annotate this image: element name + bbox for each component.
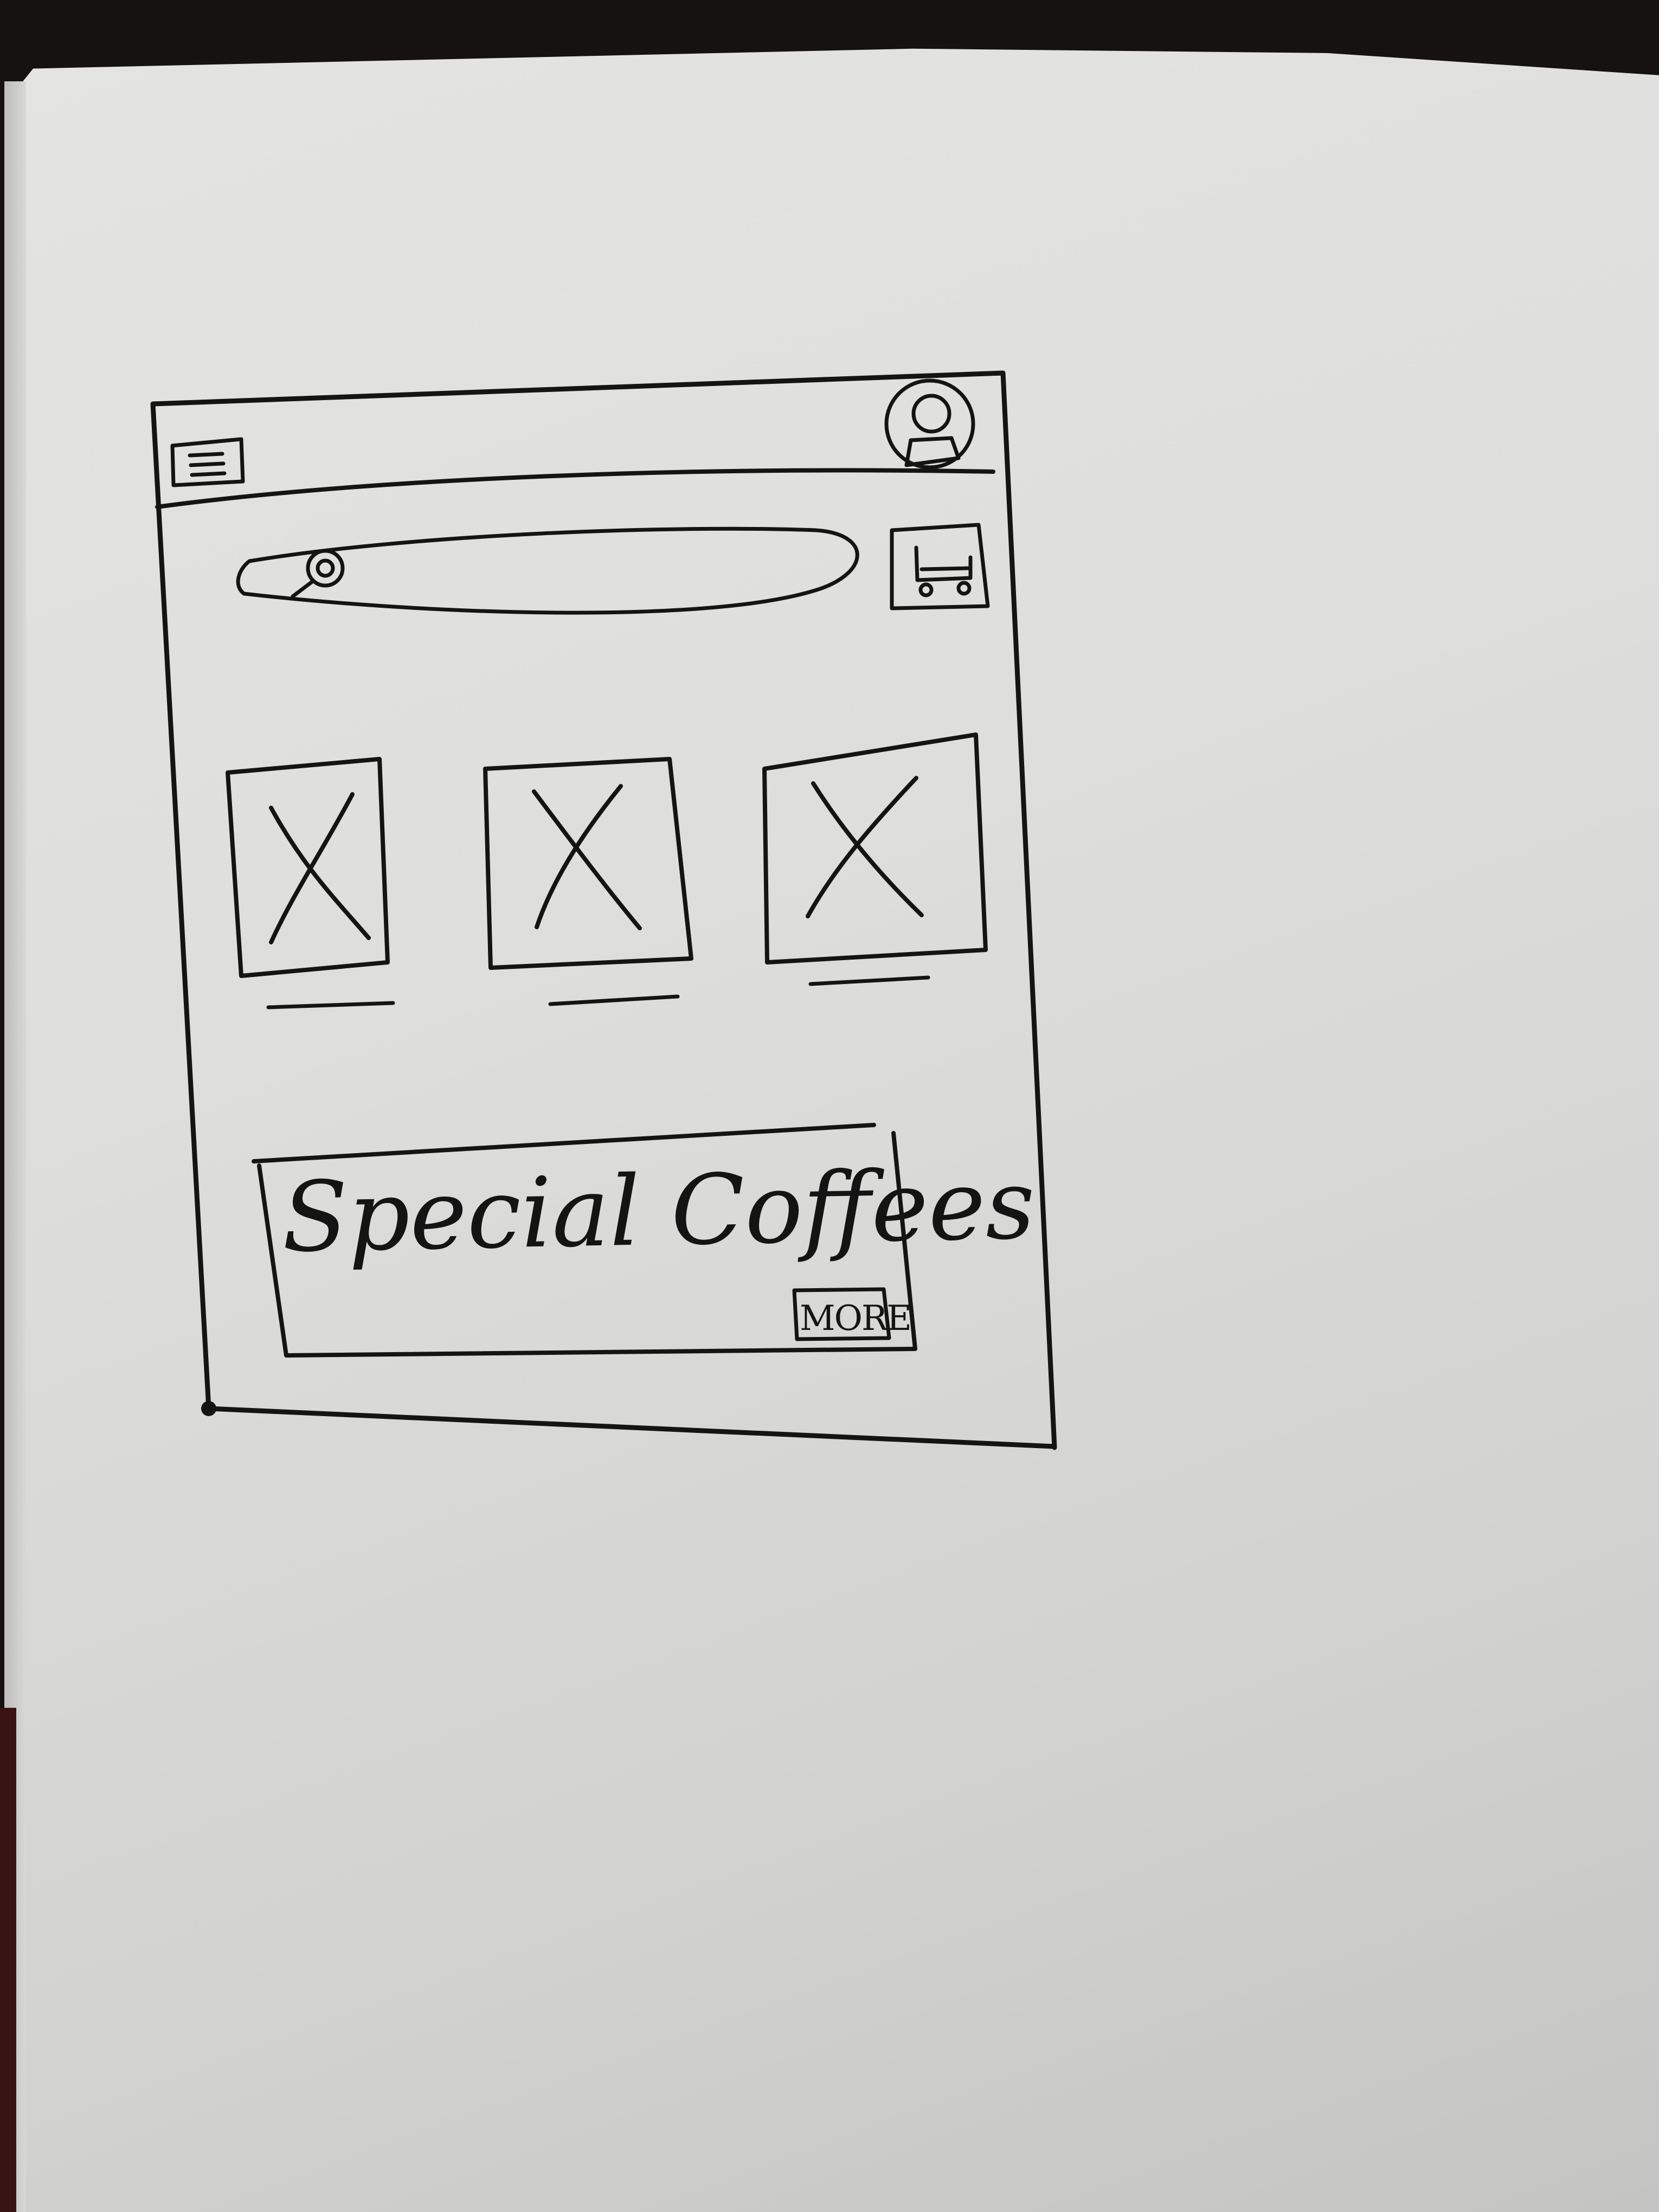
more-button[interactable]: MORE [800, 1298, 912, 1339]
product-image-2[interactable] [483, 757, 693, 970]
search-icon[interactable] [291, 549, 345, 599]
menu-icon[interactable] [170, 437, 245, 487]
avatar-icon[interactable] [884, 378, 975, 470]
product-image-3[interactable] [762, 732, 988, 964]
banner-title: Special Coffees [281, 1148, 1036, 1274]
app-header [155, 468, 995, 509]
product-caption-2 [548, 994, 680, 1006]
product-caption-1 [266, 1001, 395, 1009]
wireframe-sketch [150, 370, 1057, 1450]
product-caption-3 [808, 975, 930, 986]
cart-icon[interactable] [890, 523, 990, 610]
product-image-1[interactable] [226, 757, 390, 978]
